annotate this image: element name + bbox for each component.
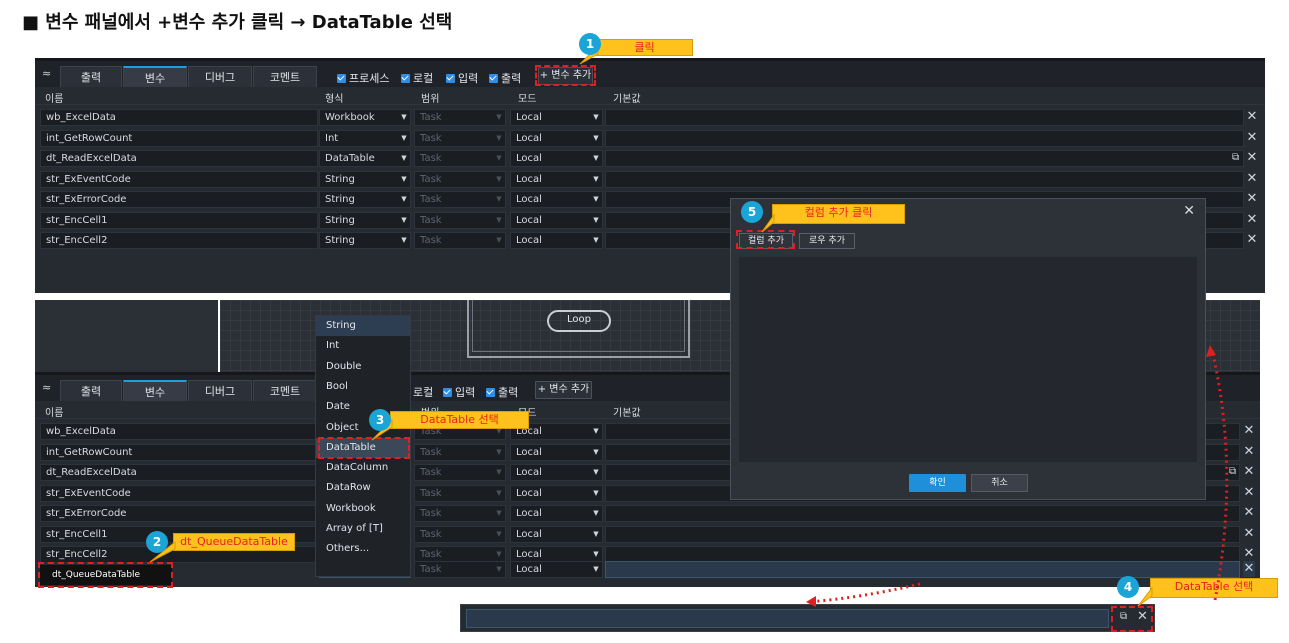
flow-arrow-to-bar xyxy=(807,582,921,604)
flow-arrow-to-dialog xyxy=(1210,349,1229,601)
arrow-head-icon xyxy=(1206,345,1216,357)
callout-tails xyxy=(149,44,1229,607)
step-badge-2: 2 xyxy=(146,531,168,553)
step-badge-3: 3 xyxy=(369,409,391,431)
callout-4-tail xyxy=(1137,586,1153,607)
callout-5-tail xyxy=(761,213,775,233)
step-badge-5: 5 xyxy=(741,201,763,223)
arrow-head-icon xyxy=(806,596,816,607)
step-badge-1: 1 xyxy=(579,33,601,55)
step-badge-4: 4 xyxy=(1117,576,1139,598)
